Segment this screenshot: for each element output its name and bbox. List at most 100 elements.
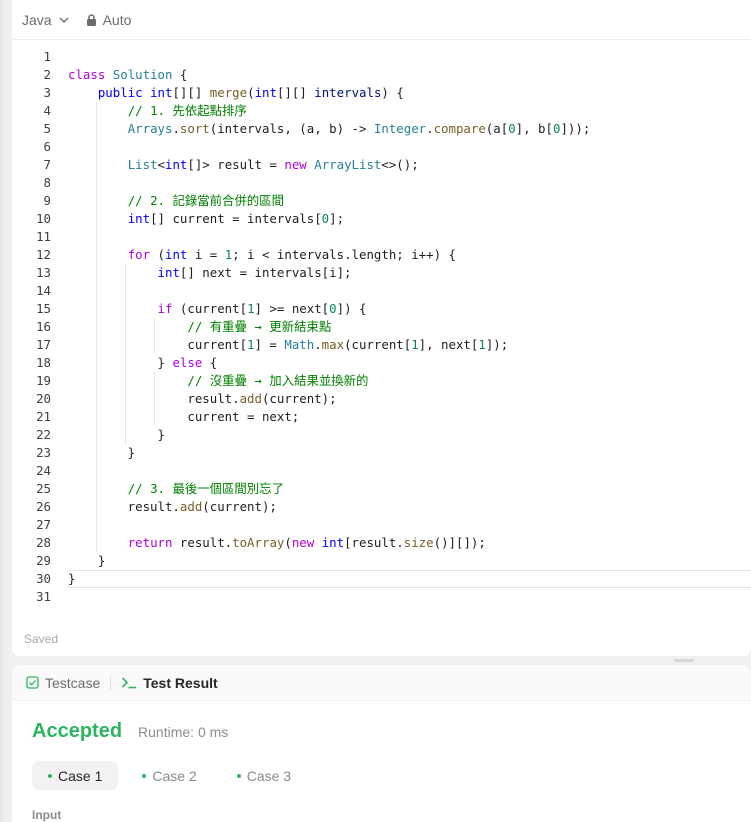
code-line[interactable]: 18 } else { bbox=[12, 354, 751, 372]
language-label: Java bbox=[22, 11, 52, 28]
code-token: // 沒重疊 → 加入結果並換新的 bbox=[187, 373, 369, 388]
code-line[interactable]: 24 bbox=[12, 462, 751, 480]
code-line[interactable]: 31 bbox=[12, 588, 751, 606]
checkbox-icon bbox=[26, 676, 39, 689]
code-text: // 沒重疊 → 加入結果並換新的 bbox=[68, 372, 368, 390]
code-line[interactable]: 5 Arrays.sort(intervals, (a, b) -> Integ… bbox=[12, 120, 751, 138]
code-line[interactable]: 28 return result.toArray(new int[result.… bbox=[12, 534, 751, 552]
code-line[interactable]: 11 bbox=[12, 228, 751, 246]
code-token: compare bbox=[433, 121, 486, 136]
left-panel-edge bbox=[0, 0, 3, 822]
code-token: ]); bbox=[485, 337, 509, 352]
code-line[interactable]: 30} bbox=[12, 570, 751, 588]
code-line[interactable]: 1 bbox=[12, 48, 751, 66]
code-line[interactable]: 6 bbox=[12, 138, 751, 156]
code-token: [] current = intervals[ bbox=[150, 211, 322, 226]
code-line[interactable]: 14 bbox=[12, 282, 751, 300]
code-line[interactable]: 3 public int[][] merge(int[][] intervals… bbox=[12, 84, 751, 102]
line-number: 4 bbox=[43, 103, 51, 118]
code-line[interactable]: 8 bbox=[12, 174, 751, 192]
code-token: new bbox=[284, 157, 307, 172]
code-token: []> result = bbox=[187, 157, 285, 172]
code-line[interactable]: 10 int[] current = intervals[0]; bbox=[12, 210, 751, 228]
line-number: 13 bbox=[36, 265, 51, 280]
input-label: Input bbox=[32, 808, 62, 822]
code-line[interactable]: 12 for (int i = 1; i < intervals.length;… bbox=[12, 246, 751, 264]
code-line[interactable]: 16 // 有重疊 → 更新結束點 bbox=[12, 318, 751, 336]
code-line[interactable]: 27 bbox=[12, 516, 751, 534]
line-number: 20 bbox=[36, 391, 51, 406]
line-number: 14 bbox=[36, 283, 51, 298]
lock-icon bbox=[86, 13, 96, 26]
code-line[interactable]: 13 int[] next = intervals[i]; bbox=[12, 264, 751, 282]
code-token: 1 bbox=[247, 337, 255, 352]
code-token: else bbox=[172, 355, 203, 370]
tab-testcase[interactable]: Testcase bbox=[26, 675, 100, 691]
panel-resize-handle[interactable] bbox=[674, 659, 694, 662]
auto-mode-toggle[interactable]: Auto bbox=[86, 12, 131, 28]
code-token: class bbox=[68, 67, 106, 82]
line-number: 22 bbox=[36, 427, 51, 442]
code-token: int bbox=[157, 265, 180, 280]
code-text: } bbox=[68, 426, 165, 444]
code-token: [][] bbox=[276, 85, 315, 100]
code-token: (current[ bbox=[344, 337, 412, 352]
code-token: i = bbox=[187, 247, 225, 262]
code-token: 1 bbox=[478, 337, 486, 352]
code-token: sort bbox=[179, 121, 210, 136]
code-token: // 1. 先依起點排序 bbox=[127, 103, 247, 118]
code-line[interactable]: 19 // 沒重疊 → 加入結果並換新的 bbox=[12, 372, 751, 390]
code-line[interactable]: 26 result.add(current); bbox=[12, 498, 751, 516]
code-line[interactable]: 4 // 1. 先依起點排序 bbox=[12, 102, 751, 120]
code-token: result. bbox=[68, 499, 180, 514]
code-token: ], b[ bbox=[515, 121, 553, 136]
code-token: add bbox=[179, 499, 203, 514]
code-token: [result. bbox=[344, 535, 404, 550]
line-number: 17 bbox=[36, 337, 51, 352]
case-tab-2[interactable]: Case 2 bbox=[126, 761, 212, 790]
line-number: 30 bbox=[36, 571, 51, 586]
code-token: ; i < intervals.length; i++) { bbox=[232, 247, 456, 262]
code-area[interactable]: 1 2 class Solution {3 public int[][] merge… bbox=[12, 48, 751, 606]
code-line[interactable]: 15 if (current[1] >= next[0]) { bbox=[12, 300, 751, 318]
code-line[interactable]: 2 class Solution { bbox=[12, 66, 751, 84]
line-number: 26 bbox=[36, 499, 51, 514]
case-tab-3[interactable]: Case 3 bbox=[221, 761, 307, 790]
code-line[interactable]: 20 result.add(current); bbox=[12, 390, 751, 408]
code-text: } bbox=[68, 552, 105, 570]
code-token: ( bbox=[284, 535, 292, 550]
code-text: class Solution { bbox=[68, 66, 187, 84]
code-token: . bbox=[426, 121, 434, 136]
code-line[interactable]: 22 } bbox=[12, 426, 751, 444]
code-line[interactable]: 25 // 3. 最後一個區間別忘了 bbox=[12, 480, 751, 498]
tab-test-result[interactable]: Test Result bbox=[121, 675, 218, 691]
code-line[interactable]: 7 List<int[]> result = new ArrayList<>()… bbox=[12, 156, 751, 174]
tab-testcase-label: Testcase bbox=[45, 674, 101, 691]
code-line[interactable]: 17 current[1] = Math.max(current[1], nex… bbox=[12, 336, 751, 354]
code-token: return bbox=[127, 535, 173, 550]
language-selector[interactable]: Java bbox=[22, 12, 70, 28]
code-text: current = next; bbox=[68, 408, 299, 426]
line-number: 8 bbox=[43, 175, 51, 190]
indent-guide bbox=[96, 228, 97, 246]
code-token: // 有重疊 → 更新結束點 bbox=[187, 319, 332, 334]
line-number: 29 bbox=[36, 553, 51, 568]
code-token: (intervals, (a, b) -> bbox=[209, 121, 374, 136]
code-token: 1 bbox=[411, 337, 419, 352]
code-text: // 2. 記錄當前合併的區間 bbox=[68, 192, 284, 210]
code-line[interactable]: 21 current = next; bbox=[12, 408, 751, 426]
line-number: 9 bbox=[43, 193, 51, 208]
code-line[interactable]: 9 // 2. 記錄當前合併的區間 bbox=[12, 192, 751, 210]
code-line[interactable]: 23 } bbox=[12, 444, 751, 462]
code-token: int bbox=[127, 211, 151, 226]
line-number: 12 bbox=[36, 247, 51, 262]
code-token: ] = bbox=[254, 337, 285, 352]
case-tab-1[interactable]: Case 1 bbox=[32, 761, 119, 790]
code-line[interactable]: 29 } bbox=[12, 552, 751, 570]
code-token: Arrays bbox=[127, 121, 173, 136]
